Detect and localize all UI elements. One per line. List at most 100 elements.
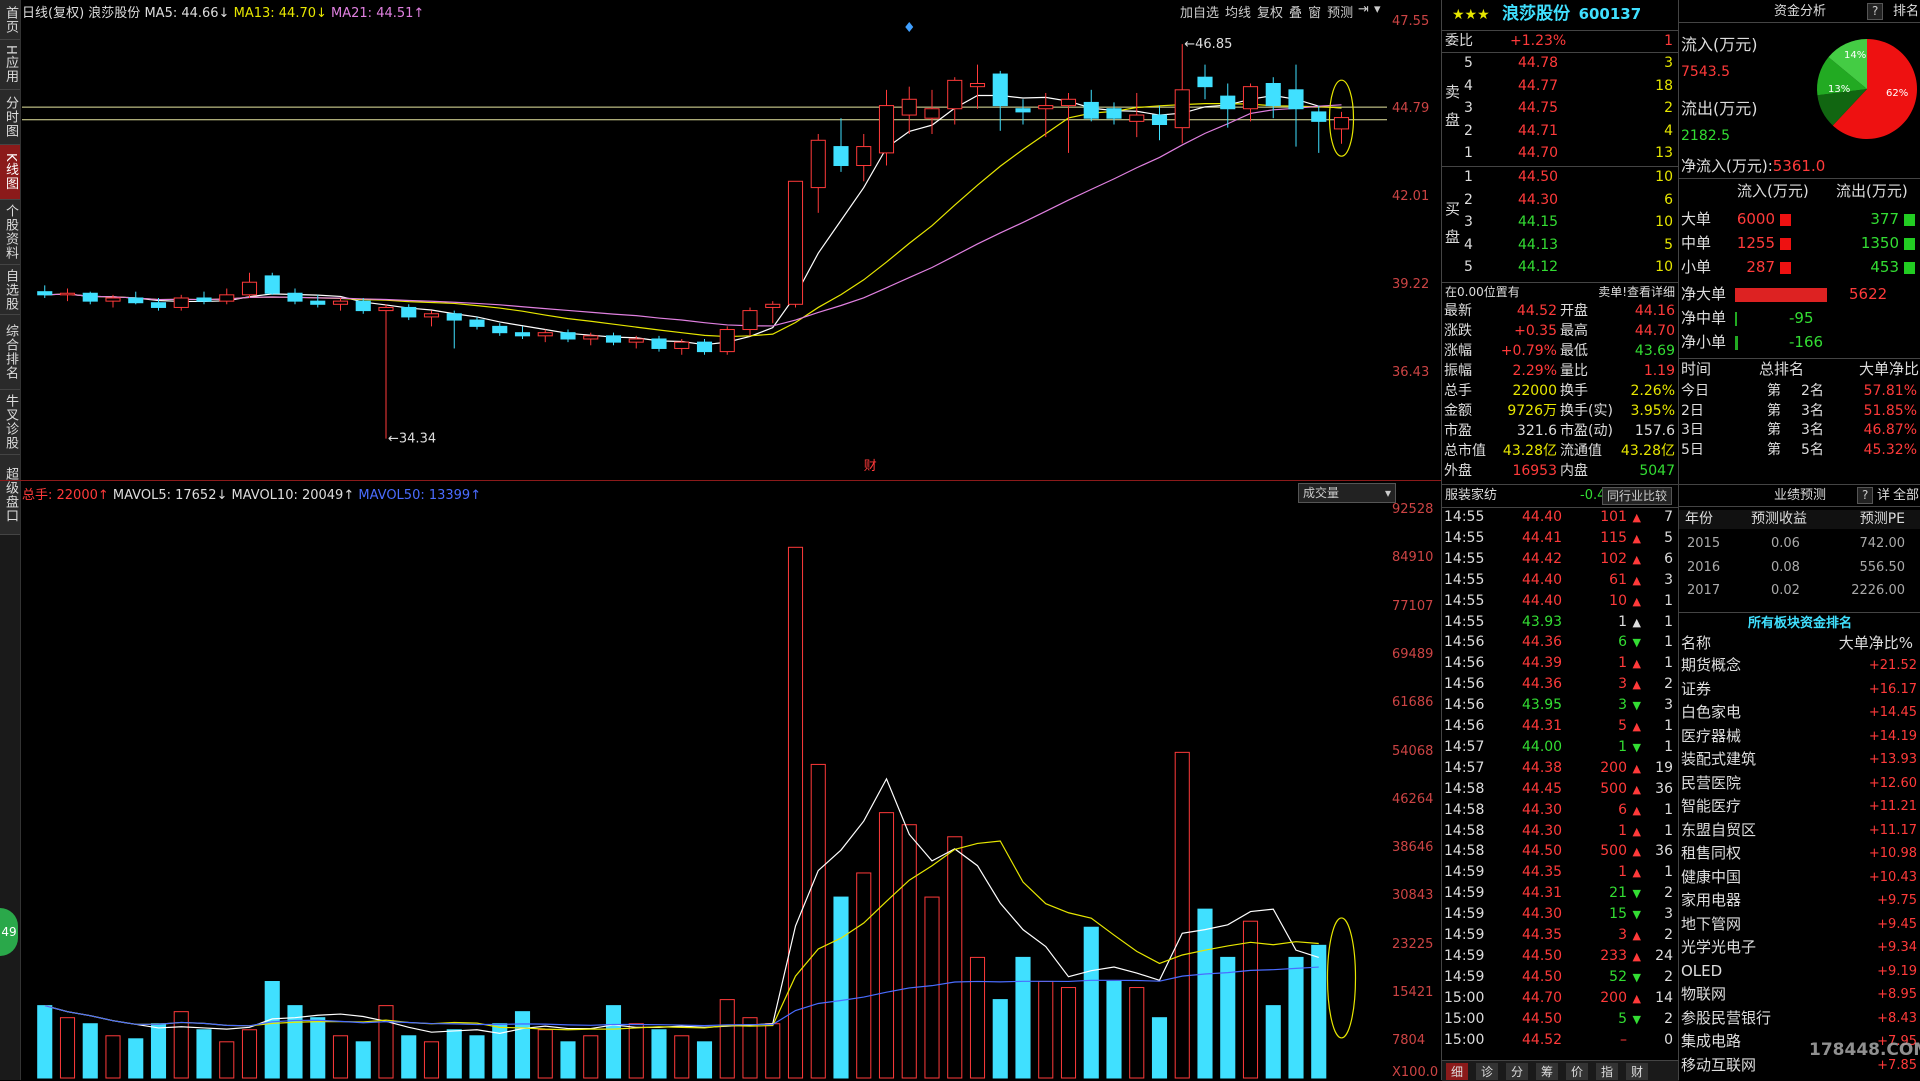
left-tab-2[interactable]: 分时图: [0, 90, 20, 145]
sector-rank-row[interactable]: 健康中国 +10.43: [1679, 868, 1920, 887]
candle-body: [1151, 114, 1168, 126]
sector-name[interactable]: 服装家纺: [1445, 486, 1497, 505]
candle-body: [1129, 114, 1145, 122]
sector-rank-row[interactable]: 医疗器械 +14.19: [1679, 727, 1920, 746]
left-tab-0[interactable]: 首页: [0, 0, 20, 40]
help-button[interactable]: ?: [1867, 3, 1884, 20]
bid-row[interactable]: 1 44.50 10: [1462, 168, 1679, 187]
sector-rank-row[interactable]: 民营医院 +12.60: [1679, 774, 1920, 793]
rank-position: 2名: [1801, 383, 1824, 399]
sector-rank-name: 医疗器械: [1681, 726, 1742, 745]
kline-chart[interactable]: ←46.85 ←34.34 财: [22, 18, 1387, 478]
bid-row[interactable]: 4 44.13 5: [1462, 236, 1679, 255]
tick-count: 1: [1664, 634, 1673, 651]
left-tab-3[interactable]: K线图: [0, 145, 20, 200]
left-tab-6[interactable]: 综合排名: [0, 315, 20, 390]
tick-row: 14:55 44.40 10 ▲ 1: [1442, 592, 1679, 611]
toolbar-exit-icon[interactable]: ⇥: [1358, 2, 1369, 17]
rank-ratio: 51.85%: [1863, 402, 1917, 419]
sector-head-ratio[interactable]: 大单净比%: [1839, 634, 1913, 653]
toolbar-menu-arrow-icon[interactable]: ▾: [1374, 2, 1381, 17]
left-tab-5[interactable]: 自选股: [0, 265, 20, 315]
bottom-tab-4[interactable]: 价: [1566, 1063, 1589, 1080]
stats-label: 市盈(动): [1560, 423, 1613, 439]
sector-rank-row[interactable]: 东盟自贸区 +11.17: [1679, 821, 1920, 840]
sector-rank-list[interactable]: 期货概念 +21.52 证券 +16.17 白色家电 +14.45 医疗器械 +14.19 装配…: [1679, 656, 1920, 1080]
ask-row[interactable]: 4 44.77 18: [1462, 77, 1679, 96]
ask-price: 44.77: [1518, 77, 1559, 94]
left-tab-1[interactable]: H应用: [0, 40, 20, 90]
tick-row: 14:55 44.40 101 ▲ 7: [1442, 508, 1679, 527]
volume-bar: [310, 1017, 326, 1079]
ask-volume: 3: [1664, 55, 1673, 71]
sector-rank-row[interactable]: 光学光电子 +9.34: [1679, 938, 1920, 957]
left-tab-7[interactable]: 牛叉诊股: [0, 390, 20, 455]
detail-link[interactable]: 卖单!查看详细: [1598, 283, 1675, 302]
ask-row[interactable]: 1 44.70 13: [1462, 144, 1679, 163]
sector-rank-row[interactable]: 家用电器 +9.75: [1679, 891, 1920, 910]
sector-rank-value: +8.95: [1877, 987, 1917, 1002]
tick-time: 14:58: [1444, 822, 1485, 839]
bottom-tab-0[interactable]: 细: [1446, 1063, 1469, 1080]
tick-price: 44.35: [1522, 927, 1563, 943]
bottom-tab-2[interactable]: 分: [1506, 1063, 1529, 1080]
left-tab-4[interactable]: 个股资料: [0, 200, 20, 265]
order-type: 小单: [1681, 258, 1712, 276]
funds-header: 资金分析 ? 排名: [1679, 2, 1920, 21]
bottom-tab-3[interactable]: 筹: [1536, 1063, 1559, 1080]
rank-row: 2日 第 3名 51.85%: [1679, 402, 1920, 421]
stats-label: 总手: [1444, 383, 1472, 399]
sector-rank-title-text: 所有板块资金排名: [1747, 616, 1852, 631]
volume-bar: [423, 1041, 440, 1079]
arrow-up-icon: ▲: [1632, 929, 1641, 942]
forecast-help-button[interactable]: ?: [1857, 487, 1874, 504]
sector-rank-row[interactable]: 地下管网 +9.45: [1679, 915, 1920, 934]
volume-indicator-value: 成交量: [1303, 486, 1340, 500]
bid-row[interactable]: 2 44.30 6: [1462, 191, 1679, 210]
sector-rank-row[interactable]: 智能医疗 +11.21: [1679, 797, 1920, 816]
stats-label: 流通值: [1560, 443, 1602, 459]
volume-chart[interactable]: [22, 500, 1387, 1080]
tick-time: 14:56: [1444, 634, 1485, 651]
sector-rank-row[interactable]: 装配式建筑 +13.93: [1679, 750, 1920, 769]
net-order-type: 净中单: [1681, 309, 1727, 327]
sector-rank-row[interactable]: 白色家电 +14.45: [1679, 703, 1920, 722]
forecast-detail-button[interactable]: 详: [1877, 486, 1890, 505]
arrow-up-icon: ▲: [1632, 615, 1641, 629]
ask-level: 5: [1464, 55, 1473, 71]
ask-row[interactable]: 2 44.71 4: [1462, 122, 1679, 141]
bid-price: 44.50: [1518, 169, 1559, 185]
forecast-all-button[interactable]: 全部: [1893, 486, 1919, 505]
stats-row: 总市值 43.28亿 流通值 43.28亿: [1442, 442, 1679, 461]
candle-body: [628, 338, 644, 343]
sector-rank-row[interactable]: 期货概念 +21.52: [1679, 656, 1920, 675]
sector-rank-row[interactable]: 租售同权 +10.98: [1679, 844, 1920, 863]
sector-rank-row[interactable]: 证券 +16.17: [1679, 680, 1920, 699]
bottom-tab-6[interactable]: 财: [1626, 1063, 1649, 1080]
sector-rank-name: 东盟自贸区: [1681, 820, 1757, 839]
rank-button[interactable]: 排名: [1893, 2, 1919, 21]
bottom-tab-5[interactable]: 指: [1596, 1063, 1619, 1080]
ask-row[interactable]: 3 44.75 2: [1462, 99, 1679, 118]
sector-rank-row[interactable]: 参股民营银行 +8.43: [1679, 1009, 1920, 1028]
left-tab-8[interactable]: 超级盘口: [0, 455, 20, 535]
sector-rank-title: 所有板块资金排名: [1679, 614, 1920, 633]
volume-bar: [1197, 908, 1213, 1079]
tick-list[interactable]: 14:55 44.40 101 ▲ 7 14:55 44.41 115 ▲ 5 14:55 44.42…: [1442, 508, 1679, 1058]
ask-row[interactable]: 5 44.78 3: [1462, 54, 1679, 73]
bottom-tab-1[interactable]: 诊: [1476, 1063, 1499, 1080]
bid-row[interactable]: 5 44.12 10: [1462, 258, 1679, 277]
tick-time: 14:57: [1444, 759, 1485, 776]
volume-bar: [947, 836, 963, 1079]
tick-volume: 233: [1600, 947, 1627, 964]
price-axis-label: 42.01: [1392, 188, 1430, 204]
sector-rank-name: 地下管网: [1681, 914, 1742, 933]
sector-rank-row[interactable]: OLED +9.19: [1679, 962, 1920, 981]
bid-row[interactable]: 3 44.15 10: [1462, 213, 1679, 232]
volume-bar: [264, 981, 280, 1079]
sector-rank-row[interactable]: 物联网 +8.95: [1679, 985, 1920, 1004]
compare-button[interactable]: 同行业比较: [1602, 487, 1673, 505]
forecast-table: 2015 0.06 742.00 2016 0.08 556.50 2017 0.02 2226…: [1679, 534, 1920, 606]
volume-bar: [651, 1029, 667, 1079]
rank-prefix: 第: [1767, 383, 1781, 399]
